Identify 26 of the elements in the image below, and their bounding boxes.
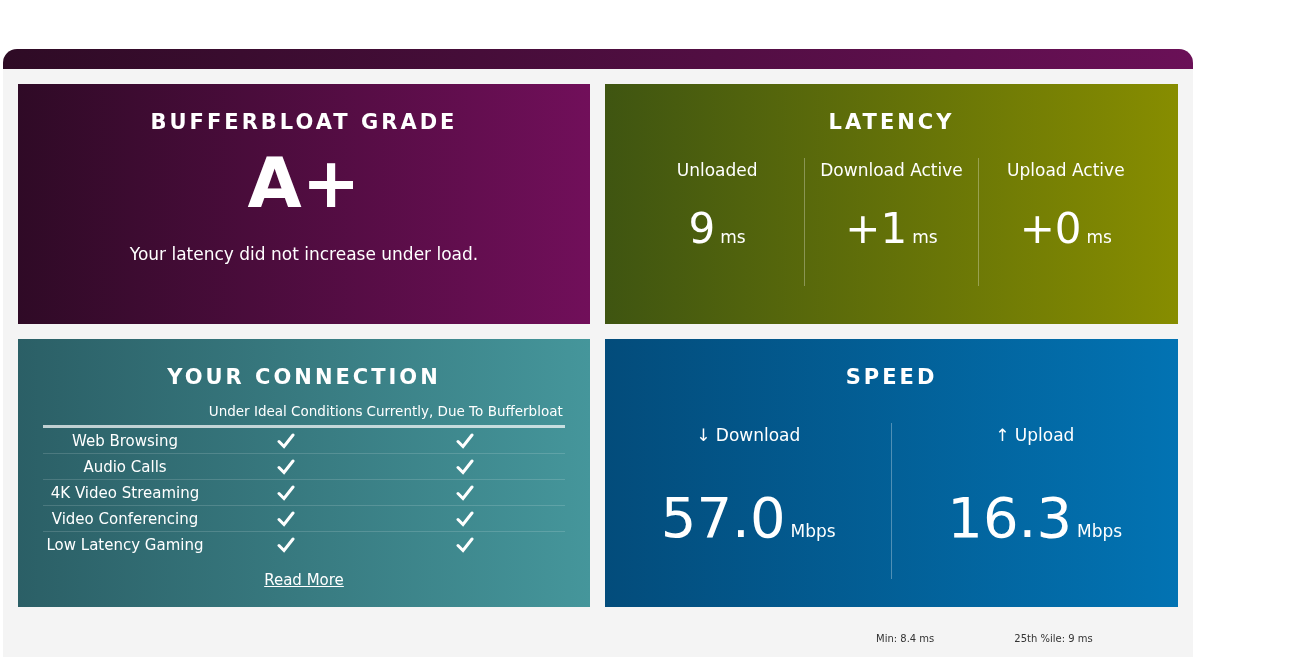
metric-label: ↓ Download [696,425,801,445]
metric-label: Unloaded [676,160,758,180]
card-title: BUFFERBLOAT GRADE [150,110,458,134]
metric-label: Upload Active [1007,160,1125,180]
metric-value: 16.3 Mbps [947,485,1123,550]
table-cell: Low Latency Gaming [43,531,207,557]
card-title: LATENCY [828,110,955,134]
card-title: YOUR CONNECTION [167,365,441,389]
stat-text: 25th %ile: 9 ms [1014,633,1093,644]
table-cell: Web Browsing [43,426,207,454]
metric-value: 57.0 Mbps [660,485,836,550]
table-cell: Video Conferencing [43,505,207,532]
grade-value: A+ [247,148,361,218]
stat-text: Min: 8.4 ms [876,633,935,644]
metric-label: ↑ Upload [995,425,1075,445]
table-cell: 4K Video Streaming [43,479,207,506]
column-header: Under Ideal Conditions [207,401,365,427]
metric-value: +1 ms [845,204,938,253]
column-header: Currently, Due To Bufferbloat [364,401,565,427]
grade-message: Your latency did not increase under load. [129,244,479,264]
metric-value: 9 ms [688,204,746,253]
table-cell: Audio Calls [43,453,207,480]
metric-label: Download Active [820,160,963,180]
read-more-link[interactable]: Read More [264,571,344,589]
card-title: SPEED [845,365,938,389]
metric-value: +0 ms [1019,204,1112,253]
